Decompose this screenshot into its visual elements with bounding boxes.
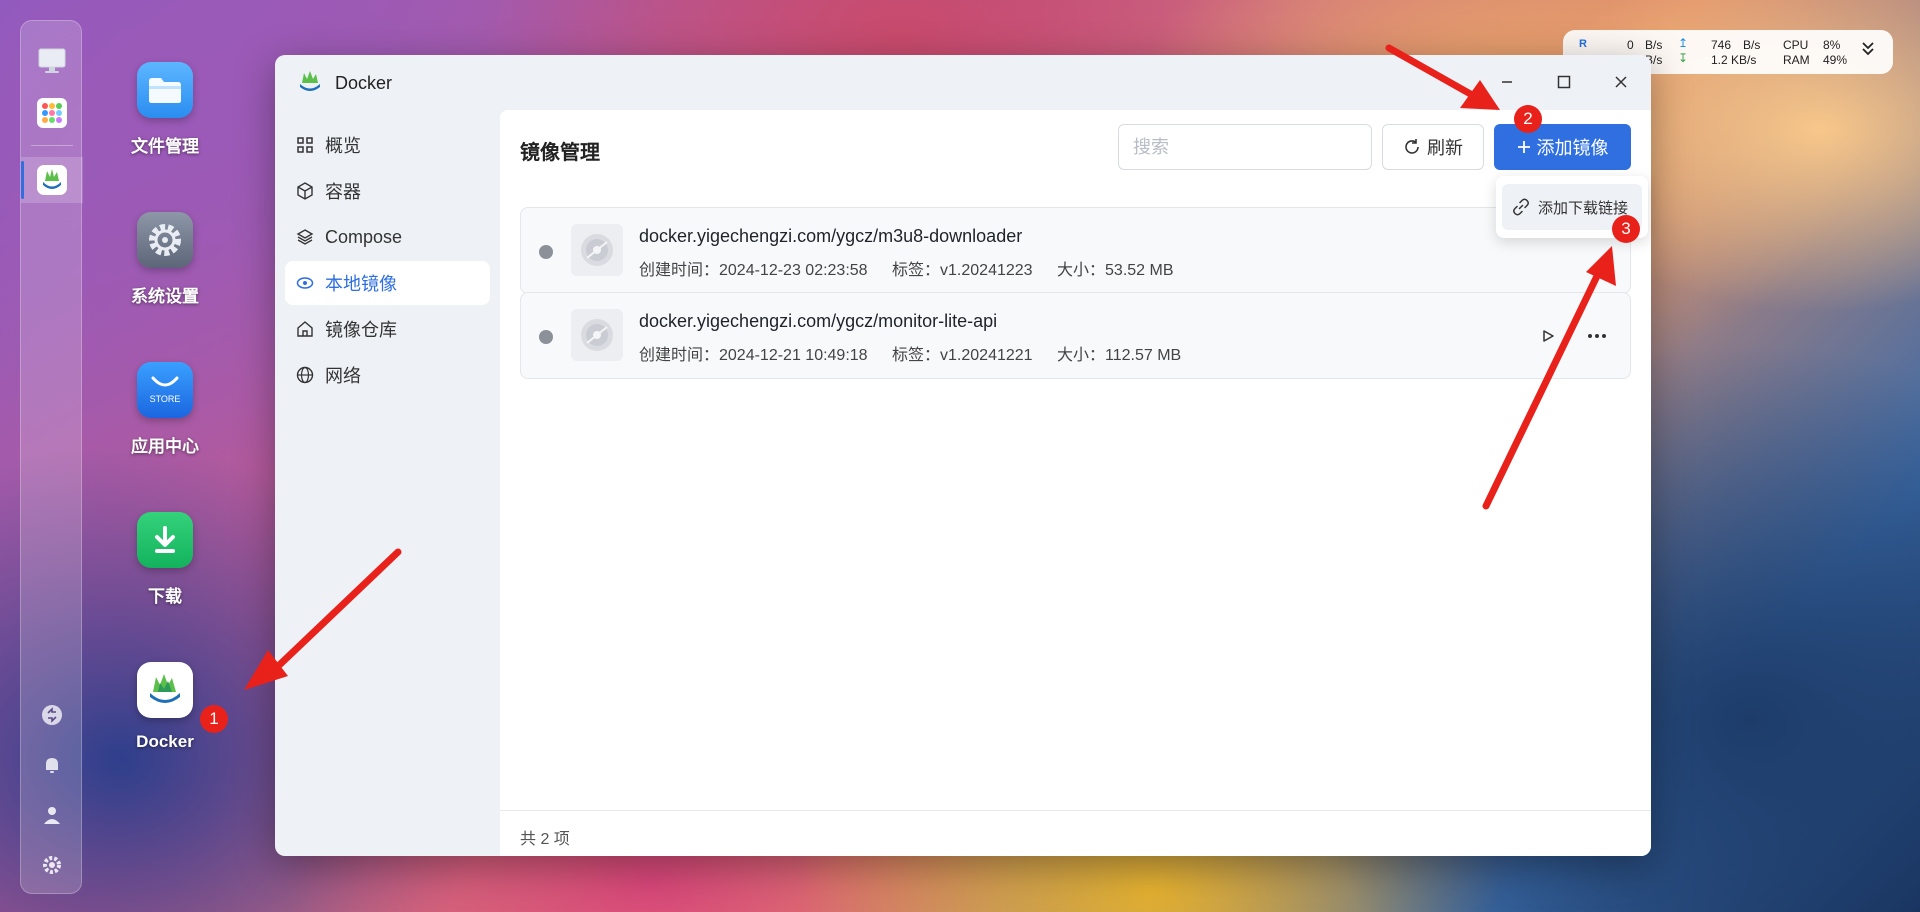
- annotation-marker: 1: [200, 705, 228, 733]
- annotation-arrow: [1482, 270, 1602, 510]
- annotation-arrow: [268, 548, 402, 676]
- annotation-marker: 3: [1612, 215, 1640, 243]
- annotation-arrowhead: [1586, 246, 1616, 286]
- annotation-marker: 2: [1514, 105, 1542, 133]
- annotation-arrows: [244, 44, 1616, 690]
- annotation-arrowhead: [244, 650, 288, 690]
- annotation-arrow: [1385, 44, 1478, 100]
